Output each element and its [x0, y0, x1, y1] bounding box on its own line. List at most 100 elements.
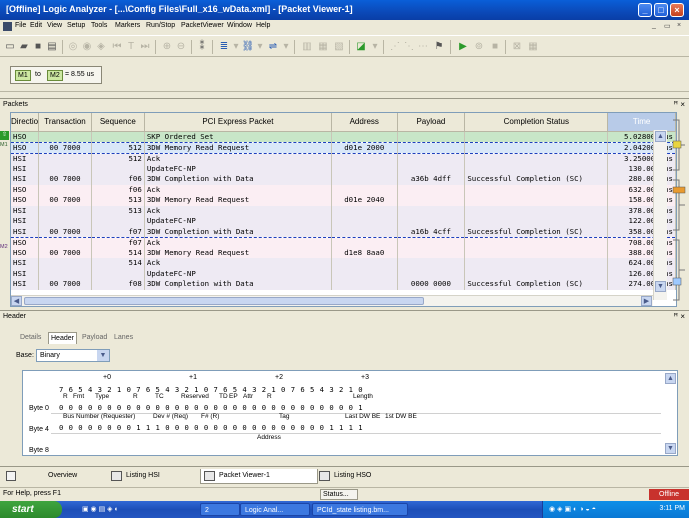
tab-payload[interactable]: Payload: [82, 334, 107, 341]
goto-last-icon[interactable]: ⏭: [138, 40, 152, 54]
table-row[interactable]: HSO SKP Ordered Set 5.028000 us: [11, 131, 676, 142]
goto-first-icon[interactable]: ⏮: [110, 40, 124, 54]
find-icon[interactable]: ◎: [66, 40, 80, 54]
marker-m2-badge[interactable]: M2: [47, 70, 63, 81]
table-row[interactable]: HSO f06 Ack 632.000 ns: [11, 184, 676, 195]
zoom-in-icon[interactable]: ⊕: [160, 40, 174, 54]
col-sequence[interactable]: Sequence: [91, 113, 145, 132]
zoom-fit-icon[interactable]: ⊠: [510, 40, 524, 54]
probe-icon[interactable]: ◪: [354, 40, 368, 54]
compare-dropdown-icon[interactable]: ▾: [279, 40, 293, 54]
run-repetitive-icon[interactable]: ⊚: [472, 40, 486, 54]
new-file-icon[interactable]: ▭: [3, 40, 17, 54]
base-select[interactable]: Binary ▼: [36, 349, 110, 362]
bit-view-scroll-up-icon[interactable]: ▲: [665, 373, 676, 384]
zoom-out-icon[interactable]: ⊖: [174, 40, 188, 54]
bit-view-scroll-down-icon[interactable]: ▼: [665, 443, 676, 454]
tab-details[interactable]: Details: [20, 334, 41, 341]
tab-lanes[interactable]: Lanes: [114, 334, 133, 341]
col-packet[interactable]: PCI Express Packet: [144, 113, 333, 132]
menu-markers[interactable]: Markers: [115, 22, 140, 29]
marker-tool-icon[interactable]: ⁑: [195, 40, 209, 54]
quick-launch-icons[interactable]: ▣ ◉ ▤ ◈ ◐: [78, 503, 140, 516]
col-transaction[interactable]: Transaction: [38, 113, 92, 132]
tab-listing-hso[interactable]: Listing HSO: [316, 469, 371, 484]
table-row[interactable]: HSO 00 7000 512 3DW Memory Read Request d01e…: [11, 141, 676, 154]
table-row[interactable]: HSO 00 7000 513 3DW Memory Read Request d01e…: [11, 195, 676, 206]
table-row[interactable]: HSI UpdateFC-NP 126.000 ns: [11, 268, 676, 279]
analyze-icon[interactable]: ⚑: [432, 40, 446, 54]
col-direction[interactable]: Directio: [11, 113, 40, 132]
stop-icon[interactable]: ■: [488, 40, 502, 54]
header-panel-pin-close-icon[interactable]: ꟸ ×: [673, 312, 685, 321]
probe-dropdown-icon[interactable]: ▾: [368, 40, 382, 54]
find-next-icon[interactable]: ◉: [80, 40, 94, 54]
menu-tools[interactable]: Tools: [91, 22, 107, 29]
table-row[interactable]: HSI UpdateFC-NP 130.000 ns: [11, 163, 676, 174]
marker-measurement[interactable]: M1 to M2 = 8.55 us: [10, 66, 102, 84]
table-row[interactable]: HSI 00 7000 f07 3DW Completion with Data a16…: [11, 226, 676, 237]
packets-vertical-scrollbar[interactable]: ▲ ▼: [653, 130, 667, 300]
layout-2-icon[interactable]: ▦: [316, 40, 330, 54]
tray-icons[interactable]: ◉◈▣◐◑◒◓: [549, 505, 598, 513]
col-address[interactable]: Address: [331, 113, 398, 132]
col-time[interactable]: Time: [607, 113, 676, 132]
close-icon[interactable]: ×: [670, 3, 684, 17]
menu-view[interactable]: View: [47, 22, 62, 29]
horizontal-scroll-thumb[interactable]: [24, 297, 424, 305]
table-row[interactable]: HSO 00 7000 514 3DW Memory Read Request d1e8…: [11, 247, 676, 258]
taskbar-group-count[interactable]: 2: [200, 503, 240, 516]
maximize-icon[interactable]: □: [654, 3, 668, 17]
col-completion-status[interactable]: Completion Status: [464, 113, 609, 132]
find-prev-icon[interactable]: ◈: [94, 40, 108, 54]
waveform-1-icon[interactable]: ⋰: [388, 40, 402, 54]
compare-icon[interactable]: ⇌: [266, 40, 280, 54]
panel-pin-close-icon[interactable]: ꟸ ×: [673, 100, 685, 109]
col-payload[interactable]: Payload: [397, 113, 466, 132]
taskbar-logic-analyzer[interactable]: Logic Anal...: [240, 503, 310, 516]
mdi-restore-icon[interactable]: ▭: [664, 22, 671, 30]
waveform-2-icon[interactable]: ⋱: [402, 40, 416, 54]
table-row[interactable]: HSO f07 Ack 708.000 ns: [11, 236, 676, 248]
menu-edit[interactable]: Edit: [30, 22, 42, 29]
open-folder-icon[interactable]: ▰: [17, 40, 31, 54]
gutter-marker-m2[interactable]: M2: [0, 244, 8, 250]
table-row[interactable]: HSI 00 7000 f06 3DW Completion with Data a36…: [11, 174, 676, 185]
table-row[interactable]: HSI 513 Ack 378.000 ns: [11, 205, 676, 216]
goto-trigger-icon[interactable]: T: [124, 40, 138, 54]
chevron-down-icon[interactable]: ▼: [97, 350, 109, 361]
table-row[interactable]: HSI 512 Ack 3.250000 us: [11, 153, 676, 164]
menu-run-stop[interactable]: Run/Stop: [146, 22, 175, 29]
tab-listing-hsi[interactable]: Listing HSI: [108, 469, 160, 484]
scroll-left-icon[interactable]: ◀: [11, 296, 22, 306]
marker-m1-badge[interactable]: M1: [15, 70, 31, 81]
table-row[interactable]: HSI UpdateFC-NP 122.000 ns: [11, 216, 676, 227]
menu-packetviewer[interactable]: PacketViewer: [181, 22, 224, 29]
tab-header[interactable]: Header: [48, 332, 77, 344]
print-icon[interactable]: ▤: [45, 40, 59, 54]
gutter-marker-m1[interactable]: M1: [0, 142, 8, 148]
save-icon[interactable]: ■: [31, 40, 45, 54]
menu-setup[interactable]: Setup: [67, 22, 85, 29]
status-button[interactable]: Status...: [320, 489, 358, 500]
minimize-icon[interactable]: _: [638, 3, 652, 17]
trigger-dropdown-icon[interactable]: ▾: [253, 40, 267, 54]
scroll-down-icon[interactable]: ▼: [655, 281, 666, 292]
taskbar-pcid-listing[interactable]: PCId_state listing.bm...: [312, 503, 408, 516]
menu-help[interactable]: Help: [256, 22, 270, 29]
waveform-3-icon[interactable]: ⋯: [416, 40, 430, 54]
scroll-up-icon[interactable]: ▲: [655, 131, 666, 142]
mdi-minimize-icon[interactable]: _: [652, 22, 656, 29]
run-icon[interactable]: ▶: [456, 40, 470, 54]
layout-3-icon[interactable]: ▧: [332, 40, 346, 54]
table-row[interactable]: HSI 514 Ack 624.000 ns: [11, 258, 676, 269]
grid-icon[interactable]: ▦: [526, 40, 540, 54]
scroll-right-icon[interactable]: ▶: [641, 296, 652, 306]
table-row[interactable]: HSI 00 7000 f08 3DW Completion with Data 000…: [11, 279, 676, 290]
menu-window[interactable]: Window: [227, 22, 252, 29]
start-button[interactable]: start: [0, 501, 62, 518]
mdi-close-icon[interactable]: ×: [677, 22, 681, 29]
tab-overview[interactable]: Overview: [30, 469, 77, 484]
packets-horizontal-scrollbar[interactable]: ◀ ▶: [11, 295, 653, 306]
tab-packet-viewer-1[interactable]: Packet Viewer-1: [200, 469, 318, 484]
